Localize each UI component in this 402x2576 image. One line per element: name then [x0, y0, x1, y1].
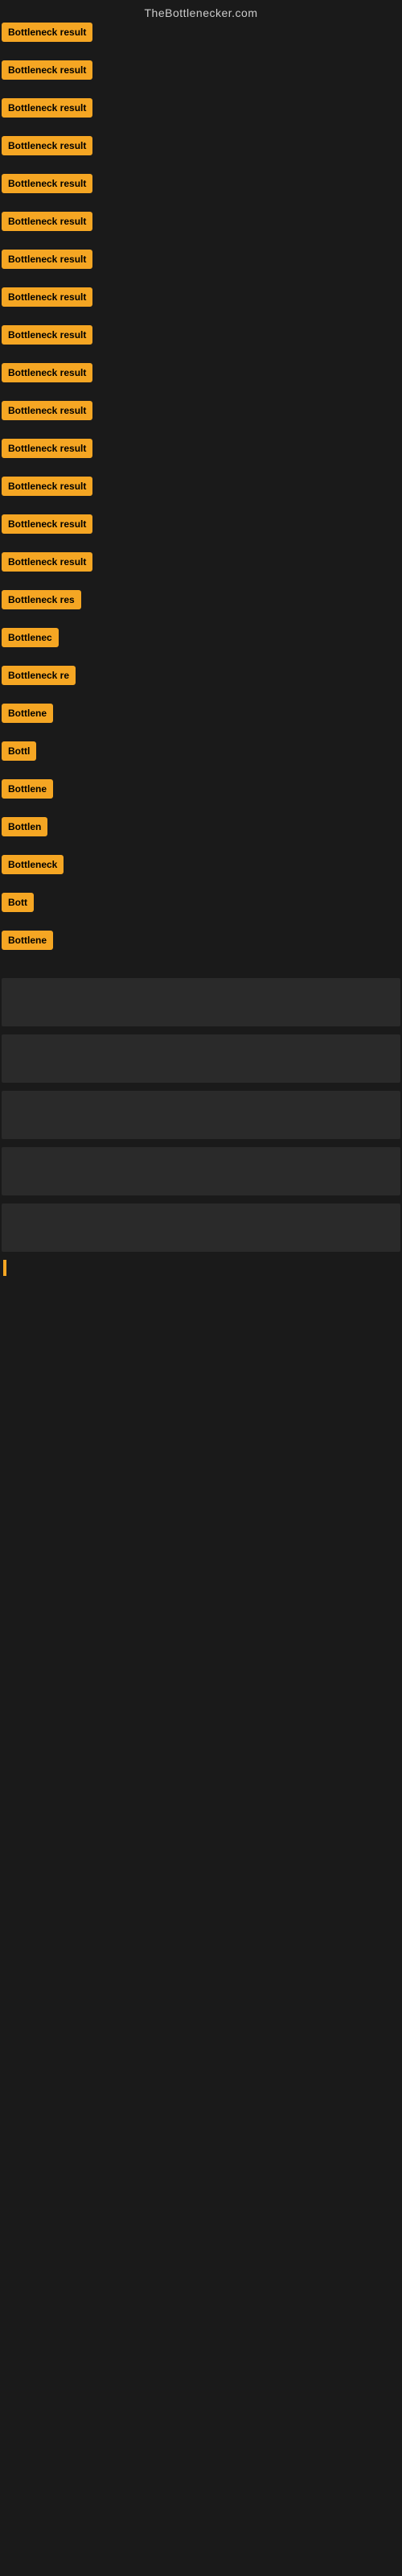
bottleneck-badge-17[interactable]: Bottlenec: [2, 628, 59, 647]
bottleneck-badge-1[interactable]: Bottleneck result: [2, 23, 92, 42]
site-title: TheBottlenecker.com: [0, 0, 402, 23]
bottleneck-badge-11[interactable]: Bottleneck result: [2, 401, 92, 420]
bottleneck-row-23: Bottleneck: [0, 855, 402, 878]
bottleneck-badge-13[interactable]: Bottleneck result: [2, 477, 92, 496]
bottleneck-badge-10[interactable]: Bottleneck result: [2, 363, 92, 382]
bottleneck-row-2: Bottleneck result: [0, 60, 402, 84]
bottleneck-badge-18[interactable]: Bottleneck re: [2, 666, 76, 685]
bottleneck-row-7: Bottleneck result: [0, 250, 402, 273]
bottleneck-row-19: Bottlene: [0, 704, 402, 727]
bottleneck-badge-3[interactable]: Bottleneck result: [2, 98, 92, 118]
bottom-section: [0, 978, 402, 1252]
bottleneck-row-12: Bottleneck result: [0, 439, 402, 462]
small-indicator: [0, 1260, 402, 1280]
bottleneck-badge-4[interactable]: Bottleneck result: [2, 136, 92, 155]
bottleneck-badge-19[interactable]: Bottlene: [2, 704, 53, 723]
bottleneck-row-1: Bottleneck result: [0, 23, 402, 46]
bottleneck-row-14: Bottleneck result: [0, 514, 402, 538]
bottleneck-row-15: Bottleneck result: [0, 552, 402, 576]
bottleneck-badge-16[interactable]: Bottleneck res: [2, 590, 81, 609]
bottleneck-badge-9[interactable]: Bottleneck result: [2, 325, 92, 345]
bottleneck-badge-22[interactable]: Bottlen: [2, 817, 47, 836]
dark-bar-1: [2, 978, 400, 1026]
bottleneck-row-17: Bottlenec: [0, 628, 402, 651]
bottleneck-row-3: Bottleneck result: [0, 98, 402, 122]
bottleneck-row-5: Bottleneck result: [0, 174, 402, 197]
bottleneck-row-21: Bottlene: [0, 779, 402, 803]
bottleneck-row-10: Bottleneck result: [0, 363, 402, 386]
dark-bar-5: [2, 1203, 400, 1252]
bottleneck-row-4: Bottleneck result: [0, 136, 402, 159]
bottleneck-row-13: Bottleneck result: [0, 477, 402, 500]
bottleneck-badge-23[interactable]: Bottleneck: [2, 855, 64, 874]
bottleneck-badge-5[interactable]: Bottleneck result: [2, 174, 92, 193]
bottleneck-badge-24[interactable]: Bott: [2, 893, 34, 912]
bottleneck-row-22: Bottlen: [0, 817, 402, 840]
dark-bar-2: [2, 1034, 400, 1083]
dark-bar-3: [2, 1091, 400, 1139]
bottleneck-badge-7[interactable]: Bottleneck result: [2, 250, 92, 269]
bottleneck-row-11: Bottleneck result: [0, 401, 402, 424]
bottleneck-row-9: Bottleneck result: [0, 325, 402, 349]
bottleneck-badge-6[interactable]: Bottleneck result: [2, 212, 92, 231]
bottleneck-badge-21[interactable]: Bottlene: [2, 779, 53, 799]
dark-bar-4: [2, 1147, 400, 1195]
bottleneck-badge-15[interactable]: Bottleneck result: [2, 552, 92, 572]
bottleneck-row-6: Bottleneck result: [0, 212, 402, 235]
bottleneck-badge-25[interactable]: Bottlene: [2, 931, 53, 950]
page-wrapper: TheBottlenecker.com Bottleneck resultBot…: [0, 0, 402, 2576]
bottleneck-badge-20[interactable]: Bottl: [2, 741, 36, 761]
bottleneck-row-18: Bottleneck re: [0, 666, 402, 689]
bottleneck-row-16: Bottleneck res: [0, 590, 402, 613]
bottleneck-badge-14[interactable]: Bottleneck result: [2, 514, 92, 534]
bottleneck-row-20: Bottl: [0, 741, 402, 765]
items-container: Bottleneck result Bottleneck result Bottle…: [0, 23, 402, 954]
bottleneck-badge-12[interactable]: Bottleneck result: [2, 439, 92, 458]
bottleneck-row-8: Bottleneck result: [0, 287, 402, 311]
bottleneck-row-25: Bottlene: [0, 931, 402, 954]
bottleneck-row-24: Bott: [0, 893, 402, 916]
bottleneck-badge-2[interactable]: Bottleneck result: [2, 60, 92, 80]
bottleneck-badge-8[interactable]: Bottleneck result: [2, 287, 92, 307]
